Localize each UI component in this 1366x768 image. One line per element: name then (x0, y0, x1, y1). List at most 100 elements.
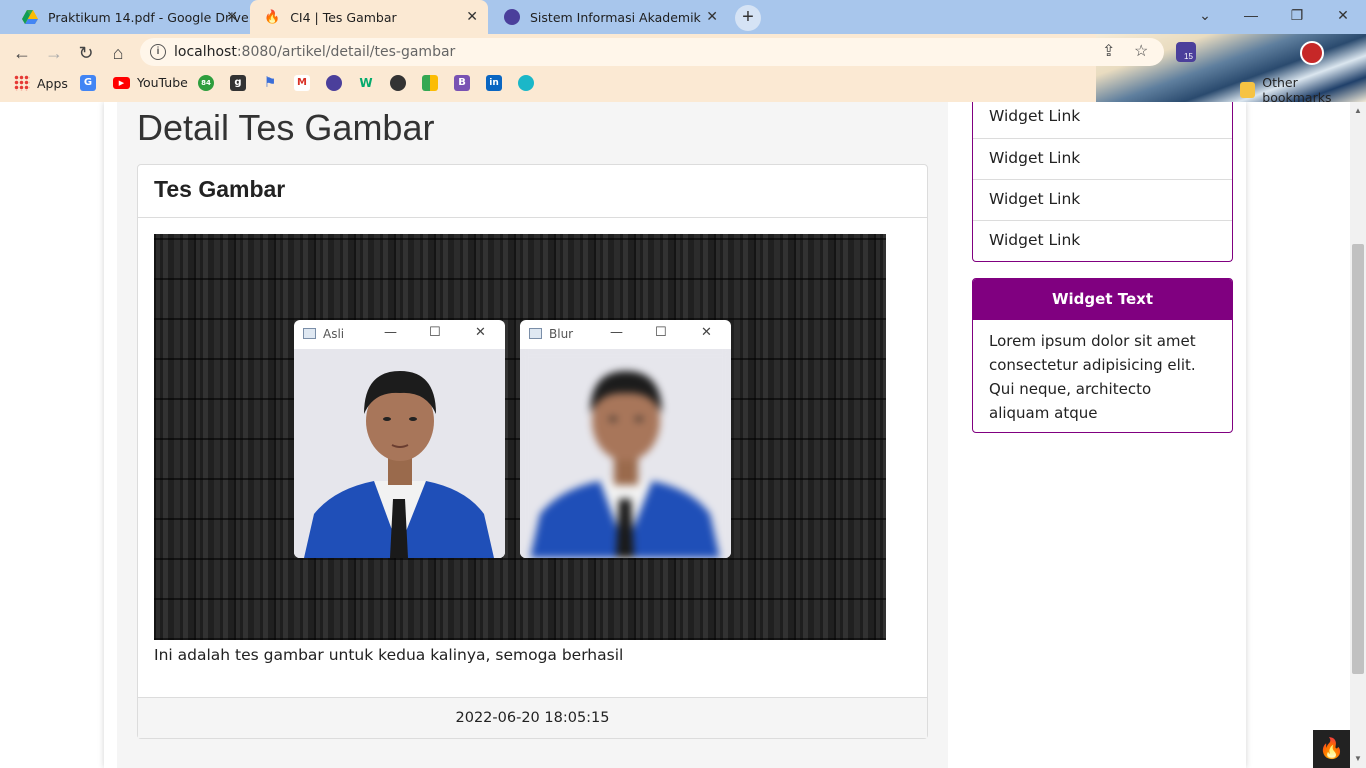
other-bookmarks[interactable]: Other bookmarks (1240, 75, 1366, 102)
card-title: Tes Gambar (138, 165, 927, 218)
goodreads-icon: g (230, 75, 246, 91)
image-window-original: Asli — ☐ ✕ (294, 320, 505, 558)
window-app-icon (529, 328, 542, 339)
scroll-thumb[interactable] (1352, 244, 1364, 674)
bookmark-bootstrap[interactable]: B (454, 75, 470, 91)
bookmark-goodreads[interactable]: g (230, 75, 246, 91)
scroll-down-icon[interactable]: ▼ (1354, 754, 1362, 763)
tab-title: Sistem Informasi Akademik (530, 9, 701, 25)
widget-link[interactable]: Widget Link (973, 138, 1232, 179)
linkedin-icon: in (486, 75, 502, 91)
widget-link[interactable]: Widget Link (973, 102, 1232, 138)
extension-icon[interactable]: 15 (1176, 42, 1196, 62)
tab-ci4-tes-gambar[interactable]: 🔥 CI4 | Tes Gambar ✕ (250, 0, 488, 34)
chevron-down-icon: ⌄ (1199, 7, 1211, 23)
bookmark-gmail[interactable]: M (294, 75, 310, 91)
restore-button[interactable]: ❐ (1274, 0, 1320, 32)
home-icon: ⌂ (112, 43, 124, 63)
tab-google-drive[interactable]: Praktikum 14.pdf - Google Drive ✕ (8, 0, 248, 34)
site-info-icon[interactable]: i (150, 44, 166, 60)
card-body: Asli — ☐ ✕ Blur — ☐ ✕ Ini adalah tes gam… (154, 234, 914, 664)
reload-icon: ↻ (78, 43, 94, 63)
arrow-right-icon: → (45, 43, 63, 63)
image-window-blur: Blur — ☐ ✕ (520, 320, 731, 558)
profile-avatar[interactable] (1300, 41, 1324, 65)
folder-icon (1240, 82, 1256, 98)
bookmark-search[interactable] (518, 75, 534, 91)
tab-sistem-informasi[interactable]: Sistem Informasi Akademik ✕ (490, 0, 728, 34)
bookmarks-bar: Apps G ▶ YouTube 84 g ⚑ M W B in Other b… (0, 72, 1366, 102)
other-bookmarks-label: Other bookmarks (1262, 75, 1332, 102)
bookmark-translate[interactable]: G (80, 75, 96, 91)
portrait-photo-blurred (520, 349, 731, 558)
bookmark-label: Apps (37, 75, 68, 91)
bookmark-campus[interactable] (326, 75, 342, 91)
article-caption: Ini adalah tes gambar untuk kedua kaliny… (154, 646, 624, 664)
back-button[interactable]: ← (8, 40, 36, 68)
bookmark-apps[interactable]: Apps (14, 75, 68, 91)
bootstrap-icon: B (454, 75, 470, 91)
tab-title: CI4 | Tes Gambar (290, 9, 397, 25)
codeigniter-icon: 🔥 (264, 9, 281, 25)
close-window-button[interactable]: ✕ (1320, 0, 1366, 32)
window-titlebar: Asli — ☐ ✕ (294, 320, 505, 349)
share-icon[interactable]: ⇪ (1102, 41, 1115, 61)
close-tab-icon[interactable]: ✕ (226, 9, 238, 25)
widget-text-body: Lorem ipsum dolor sit amet consectetur a… (989, 332, 1196, 422)
close-tab-icon[interactable]: ✕ (466, 9, 478, 25)
page-title: Detail Tes Gambar (137, 107, 435, 148)
widget-link[interactable]: Widget Link (973, 220, 1232, 261)
reload-button[interactable]: ↻ (72, 40, 100, 68)
google-meet-icon (422, 75, 438, 91)
window-app-icon (303, 328, 316, 339)
campus-icon (326, 75, 342, 91)
minimize-button[interactable]: — (1228, 0, 1274, 32)
tab-strip: Praktikum 14.pdf - Google Drive ✕ 🔥 CI4 … (0, 0, 1366, 34)
bookmark-star-icon[interactable]: ☆ (1134, 41, 1148, 61)
url-path: :8080/artikel/detail/tes-gambar (236, 44, 456, 60)
maximize-icon: ☐ (429, 325, 441, 340)
article-image: Asli — ☐ ✕ Blur — ☐ ✕ (154, 234, 886, 640)
widget-link[interactable]: Widget Link (973, 179, 1232, 220)
page-container: Detail Tes Gambar Tes Gambar Asli — ☐ ✕ (104, 102, 1246, 768)
article-card: Tes Gambar Asli — ☐ ✕ Blur — ☐ ✕ Ini ada… (137, 164, 928, 739)
minimize-icon: — (384, 325, 397, 340)
close-icon: ✕ (475, 325, 486, 340)
campus-icon (504, 9, 520, 25)
page-scrollbar[interactable]: ▲ ▼ (1350, 102, 1366, 768)
w3schools-icon: W (359, 76, 373, 90)
bookmark-meet[interactable] (422, 75, 438, 91)
bookmark-w3schools[interactable]: W (358, 75, 374, 91)
widget-text-title: Widget Text (973, 279, 1232, 320)
window-title: Asli (323, 327, 345, 341)
widget-link-list: Widget Link Widget Link Widget Link Widg… (972, 102, 1233, 262)
close-icon: ✕ (1337, 7, 1349, 23)
apps-grid-icon (14, 75, 30, 91)
main-content: Detail Tes Gambar Tes Gambar Asli — ☐ ✕ (117, 102, 948, 768)
codeigniter-flame-icon: 🔥 (1319, 738, 1344, 760)
forward-button[interactable]: → (40, 40, 68, 68)
close-tab-icon[interactable]: ✕ (706, 9, 718, 25)
window-title: Blur (549, 327, 574, 341)
codeigniter-debug-toolbar-button[interactable]: 🔥 (1313, 730, 1350, 768)
tab-title: Praktikum 14.pdf - Google Drive (48, 9, 248, 25)
home-button[interactable]: ⌂ (104, 40, 132, 68)
new-tab-button[interactable]: + (735, 5, 761, 31)
bookmark-84[interactable]: 84 (198, 75, 214, 91)
scroll-up-icon[interactable]: ▲ (1354, 106, 1362, 115)
bookmark-linkedin[interactable]: in (486, 75, 502, 91)
google-drive-icon (22, 10, 38, 24)
restore-icon: ❐ (1290, 7, 1304, 23)
page-viewport: Detail Tes Gambar Tes Gambar Asli — ☐ ✕ (0, 102, 1350, 768)
youtube-icon: ▶ (113, 76, 130, 89)
maximize-icon: ☐ (655, 325, 667, 340)
gmail-icon: M (294, 75, 310, 91)
extension-badge: 15 (1182, 52, 1195, 61)
bookmark-flag[interactable]: ⚑ (262, 75, 278, 91)
browser-toolbar: ← → ↻ ⌂ i localhost:8080/artikel/detail/… (0, 34, 1366, 102)
article-date: 2022-06-20 18:05:15 (138, 697, 927, 738)
tab-search-button[interactable]: ⌄ (1182, 0, 1228, 32)
bookmark-youtube[interactable]: ▶ YouTube (113, 75, 188, 90)
bookmark-github[interactable] (390, 75, 406, 91)
address-bar[interactable]: i localhost:8080/artikel/detail/tes-gamb… (140, 38, 1164, 66)
